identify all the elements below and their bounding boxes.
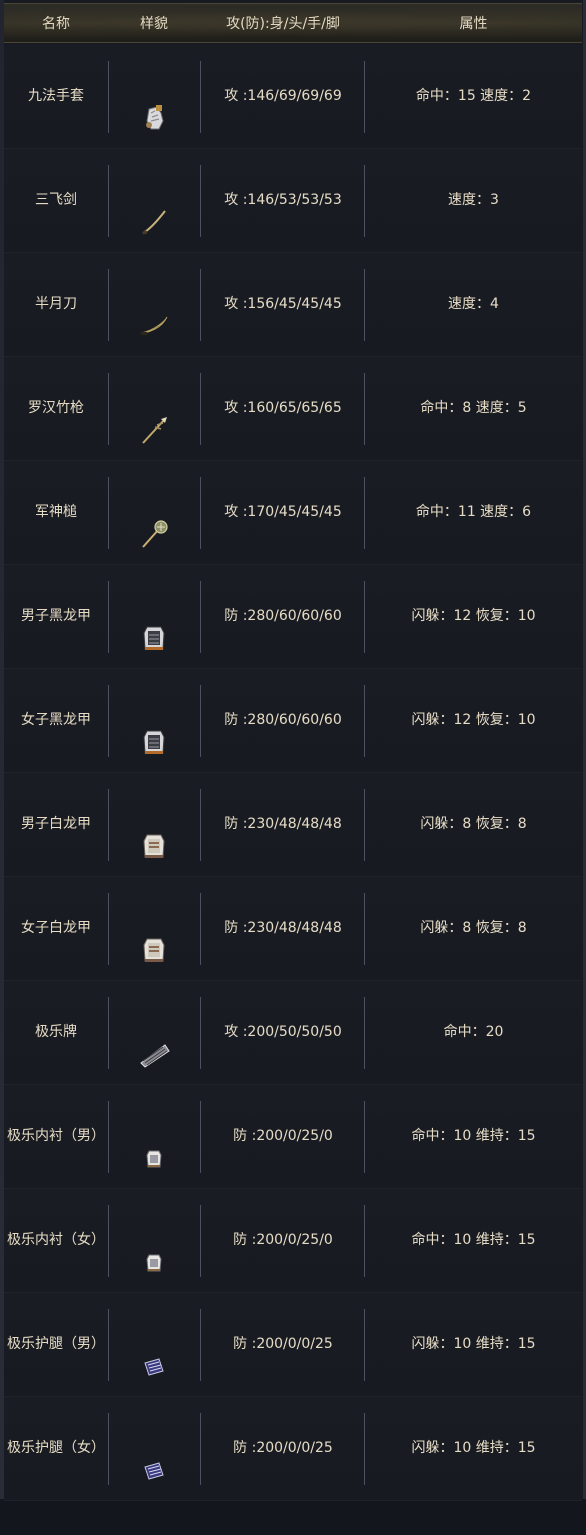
item-attr: 闪躲：8 恢复：8 <box>420 920 527 936</box>
item-name: 极乐护腿（男） <box>7 1336 105 1352</box>
item-stats: 防 :200/0/0/25 <box>233 1336 333 1352</box>
item-name: 军神槌 <box>35 504 77 520</box>
table-body: 九法手套 攻 :146/69/69/69 命中：15 速度：2 三飞剑 攻 :146/5… <box>4 45 582 1501</box>
item-attr: 闪躲：10 维持：15 <box>411 1440 536 1456</box>
inner-shirt-icon <box>137 1120 171 1167</box>
blade-icon <box>137 288 171 335</box>
item-name: 三飞剑 <box>35 192 77 208</box>
item-look <box>108 1397 200 1500</box>
item-name: 男子黑龙甲 <box>21 608 91 624</box>
item-look <box>108 357 200 460</box>
item-name: 极乐内衬（男） <box>7 1128 105 1144</box>
table-row: 男子白龙甲 防 :230/48/48/48 闪躲：8 恢复：8 <box>4 773 582 877</box>
item-look <box>108 461 200 564</box>
item-name: 极乐牌 <box>35 1024 77 1040</box>
item-name: 男子白龙甲 <box>21 816 91 832</box>
table-row: 极乐护腿（女） 防 :200/0/0/25 闪躲：10 维持：15 <box>4 1397 582 1501</box>
item-look <box>108 773 200 876</box>
table-row: 男子黑龙甲 防 :280/60/60/60 闪躲：12 恢复：10 <box>4 565 582 669</box>
item-attr: 速度：4 <box>448 296 499 312</box>
item-attr: 速度：3 <box>448 192 499 208</box>
item-stats: 攻 :200/50/50/50 <box>224 1024 342 1040</box>
item-stats: 防 :280/60/60/60 <box>224 712 342 728</box>
item-name: 极乐内衬（女） <box>7 1232 105 1248</box>
table-row: 女子黑龙甲 防 :280/60/60/60 闪躲：12 恢复：10 <box>4 669 582 773</box>
item-attr: 命中：20 <box>443 1024 504 1040</box>
table-row: 军神槌 攻 :170/45/45/45 命中：11 速度：6 <box>4 461 582 565</box>
header-look: 样貌 <box>140 16 168 32</box>
table-row: 极乐内衬（女） 防 :200/0/25/0 命中：10 维持：15 <box>4 1189 582 1293</box>
table-row: 极乐内衬（男） 防 :200/0/25/0 命中：10 维持：15 <box>4 1085 582 1189</box>
item-look <box>108 149 200 252</box>
item-stats: 防 :230/48/48/48 <box>224 920 342 936</box>
item-look <box>108 669 200 772</box>
table-row: 女子白龙甲 防 :230/48/48/48 闪躲：8 恢复：8 <box>4 877 582 981</box>
white-armor-icon <box>137 808 171 858</box>
item-name: 极乐护腿（女） <box>7 1440 105 1456</box>
item-attr: 命中：10 维持：15 <box>411 1128 536 1144</box>
table-row: 极乐护腿（男） 防 :200/0/0/25 闪躲：10 维持：15 <box>4 1293 582 1397</box>
item-stats: 防 :200/0/25/0 <box>233 1232 333 1248</box>
item-stats: 攻 :146/69/69/69 <box>224 88 342 104</box>
black-armor-icon <box>137 704 171 754</box>
item-table: 名称 样貌 攻(防):身/头/手/脚 属性 九法手套 攻 :146/69/69/6… <box>0 0 586 1501</box>
inner-shirt-icon <box>137 1224 171 1271</box>
item-attr: 闪躲：12 恢复：10 <box>411 608 536 624</box>
item-stats: 攻 :146/53/53/53 <box>224 192 342 208</box>
item-stats: 防 :200/0/25/0 <box>233 1128 333 1144</box>
item-name: 半月刀 <box>35 296 77 312</box>
header-stats: 攻(防):身/头/手/脚 <box>226 16 340 32</box>
item-stats: 防 :200/0/0/25 <box>233 1440 333 1456</box>
header-attr: 属性 <box>459 16 488 32</box>
table-row: 极乐牌 攻 :200/50/50/50 命中：20 <box>4 981 582 1085</box>
spear-icon <box>137 392 171 444</box>
leg-guard-icon <box>137 1328 171 1376</box>
sword-icon <box>137 184 171 234</box>
item-name: 女子白龙甲 <box>21 920 91 936</box>
item-look <box>108 565 200 668</box>
table-row: 半月刀 攻 :156/45/45/45 速度：4 <box>4 253 582 357</box>
item-attr: 闪躲：10 维持：15 <box>411 1336 536 1352</box>
mace-icon <box>137 496 171 548</box>
item-look <box>108 877 200 980</box>
item-look <box>108 45 200 148</box>
item-name: 九法手套 <box>28 88 84 104</box>
item-look <box>108 1085 200 1188</box>
item-stats: 攻 :160/65/65/65 <box>224 400 342 416</box>
item-look <box>108 253 200 356</box>
item-name: 罗汉竹枪 <box>28 400 84 416</box>
table-row: 三飞剑 攻 :146/53/53/53 速度：3 <box>4 149 582 253</box>
glove-icon <box>137 80 171 129</box>
table-header: 名称 样貌 攻(防):身/头/手/脚 属性 <box>4 3 582 43</box>
white-armor-icon <box>137 912 171 962</box>
item-attr: 命中：8 速度：5 <box>420 400 527 416</box>
black-armor-icon <box>137 600 171 650</box>
leg-guard-icon <box>137 1432 171 1480</box>
item-look <box>108 1293 200 1396</box>
table-row: 九法手套 攻 :146/69/69/69 命中：15 速度：2 <box>4 45 582 149</box>
item-attr: 命中：15 速度：2 <box>415 88 532 104</box>
item-attr: 闪躲：12 恢复：10 <box>411 712 536 728</box>
table-row: 罗汉竹枪 攻 :160/65/65/65 命中：8 速度：5 <box>4 357 582 461</box>
plaque-icon <box>137 1016 171 1068</box>
item-attr: 闪躲：8 恢复：8 <box>420 816 527 832</box>
item-name: 女子黑龙甲 <box>21 712 91 728</box>
item-attr: 命中：10 维持：15 <box>411 1232 536 1248</box>
item-stats: 防 :230/48/48/48 <box>224 816 342 832</box>
header-name: 名称 <box>42 16 70 32</box>
item-look <box>108 981 200 1084</box>
item-stats: 攻 :156/45/45/45 <box>224 296 342 312</box>
item-attr: 命中：11 速度：6 <box>415 504 532 520</box>
item-stats: 攻 :170/45/45/45 <box>224 504 342 520</box>
item-look <box>108 1189 200 1292</box>
item-stats: 防 :280/60/60/60 <box>224 608 342 624</box>
